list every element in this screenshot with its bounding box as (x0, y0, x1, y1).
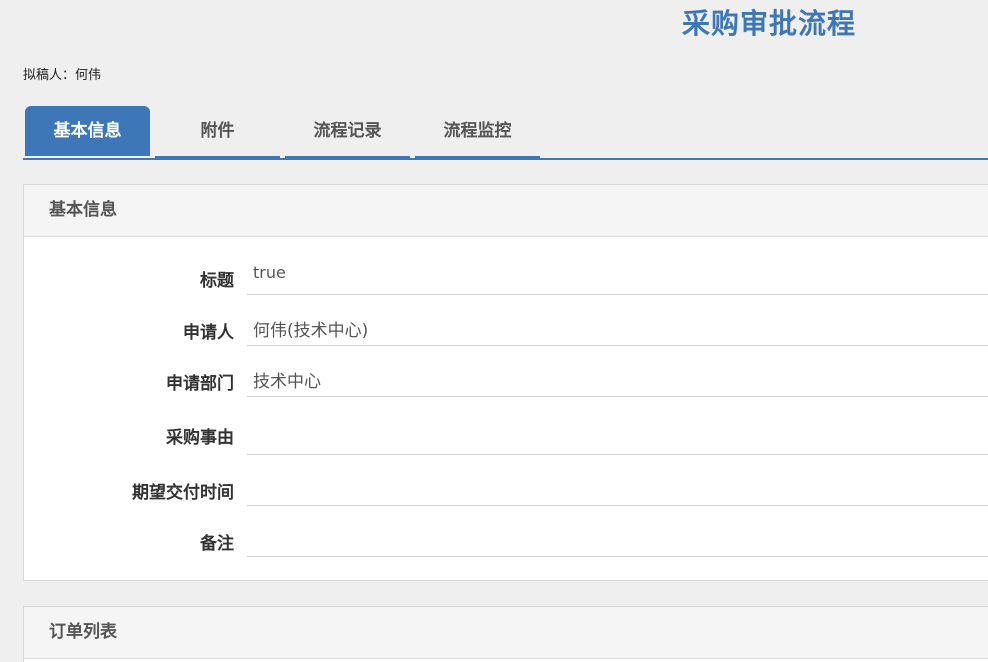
drafter-info: 拟稿人：何伟 (23, 64, 101, 83)
tab-process-records[interactable]: 流程记录 (285, 106, 410, 158)
department-field[interactable]: 技术中心 (247, 367, 988, 397)
purchase-reason-field[interactable] (247, 419, 988, 455)
tab-attachments[interactable]: 附件 (155, 106, 280, 158)
page: 采购审批流程 拟稿人：何伟 基本信息 附件 流程记录 流程监控 基本信息 标题 … (0, 0, 988, 662)
field-label-applicant: 申请人 (183, 323, 234, 343)
field-label-remark: 备注 (200, 534, 234, 554)
basic-info-heading: 基本信息 (24, 185, 988, 237)
tab-basic-info[interactable]: 基本信息 (25, 106, 150, 156)
page-title: 采购审批流程 (682, 7, 857, 40)
field-label-delivery: 期望交付时间 (132, 483, 234, 503)
field-label-title: 标题 (200, 271, 234, 291)
drafter-name: 何伟 (75, 68, 102, 83)
delivery-time-field[interactable] (247, 474, 988, 506)
drafter-label: 拟稿人： (23, 68, 76, 83)
order-list-heading: 订单列表 (24, 607, 988, 659)
title-field[interactable]: true (247, 263, 988, 295)
field-label-reason: 采购事由 (166, 428, 234, 448)
remark-field[interactable] (247, 525, 988, 557)
applicant-field[interactable]: 何伟(技术中心) (247, 316, 988, 346)
field-label-department: 申请部门 (166, 374, 234, 394)
basic-info-panel: 基本信息 标题 true 申请人 何伟(技术中心) 申请部门 技术中心 采购事由… (23, 184, 988, 581)
tab-bar: 基本信息 附件 流程记录 流程监控 (23, 106, 988, 160)
order-list-panel: 订单列表 (23, 606, 988, 662)
tab-process-monitor[interactable]: 流程监控 (415, 106, 540, 158)
